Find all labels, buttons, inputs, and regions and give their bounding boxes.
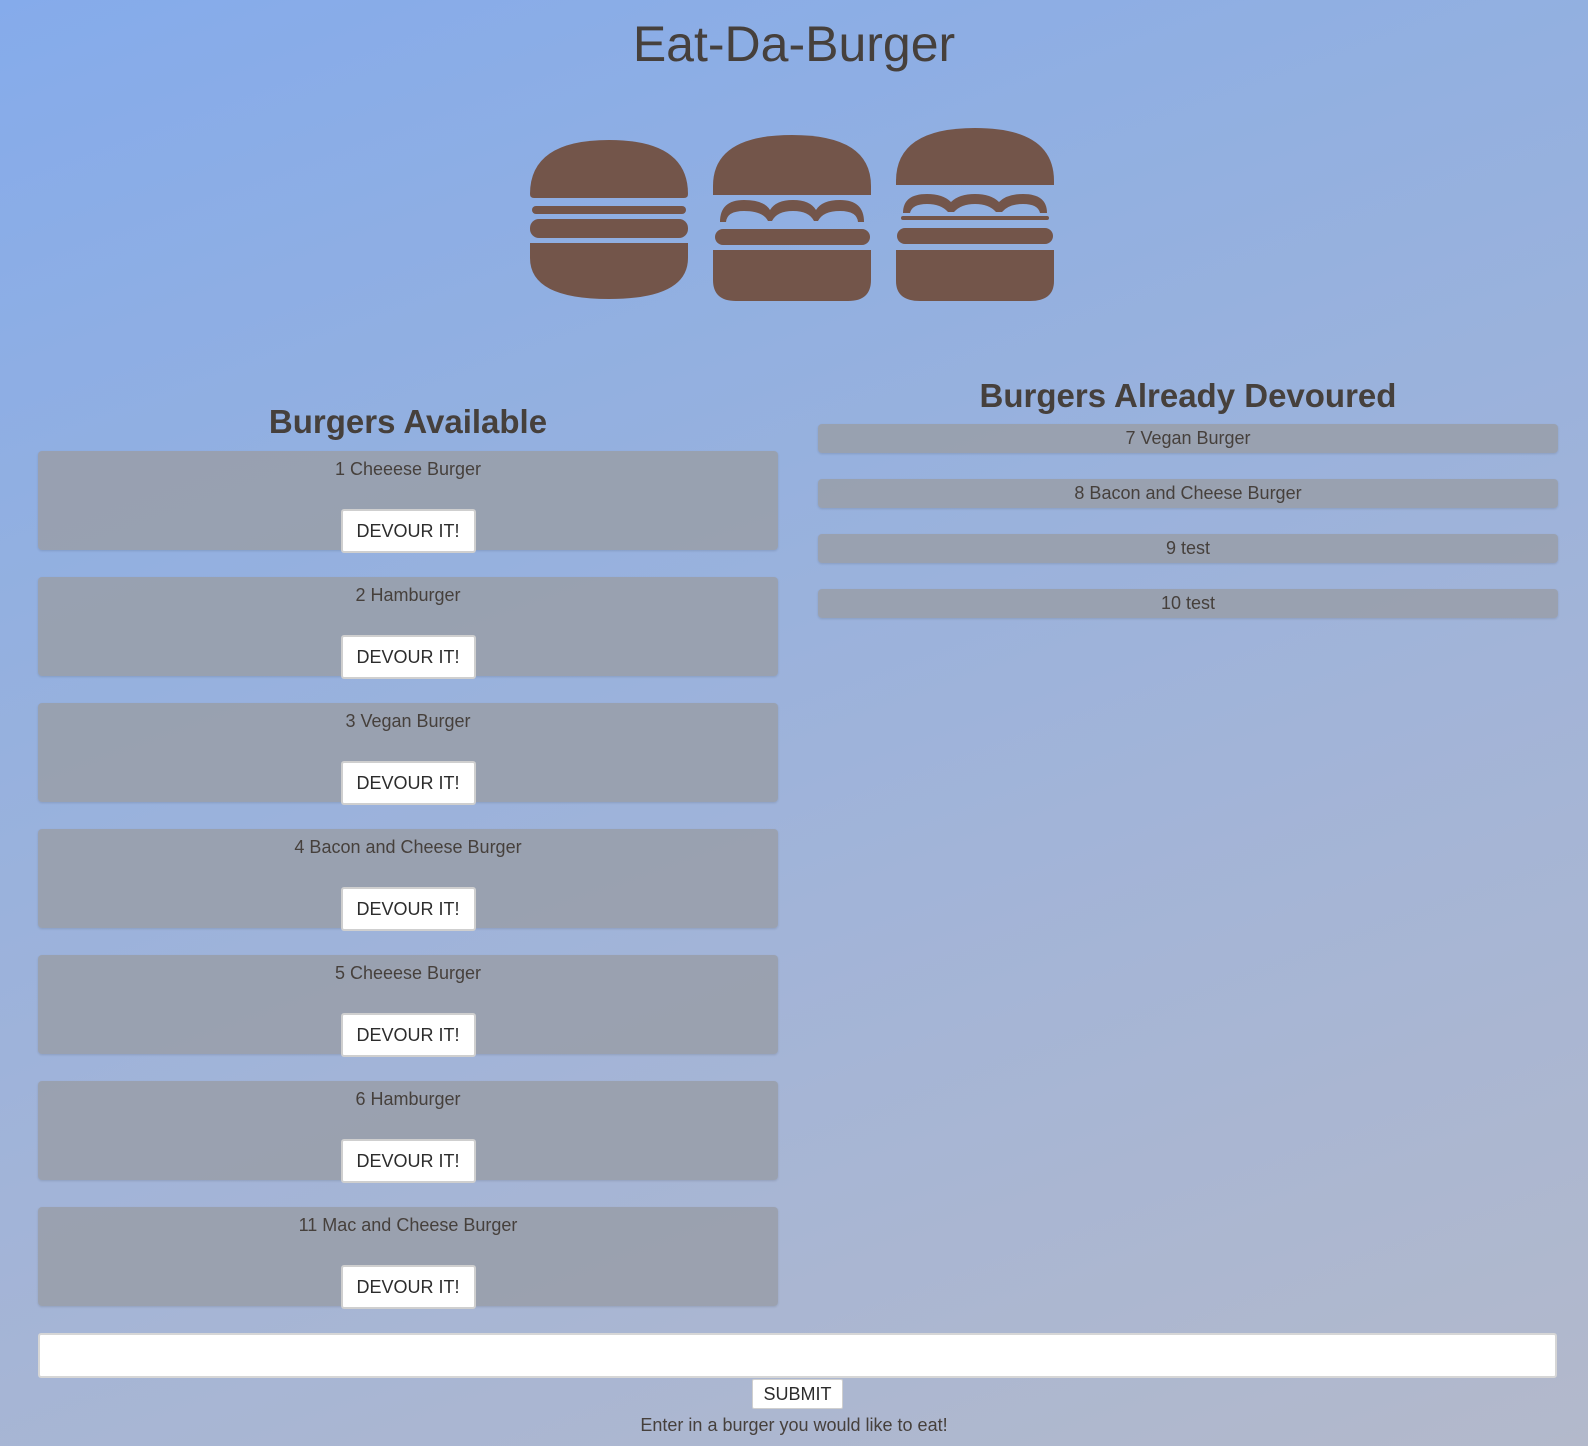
devour-button[interactable]: DEVOUR IT! (340, 887, 476, 931)
burger-name: 2 Hamburger (355, 585, 461, 605)
devour-button[interactable]: DEVOUR IT! (340, 1265, 476, 1309)
devour-button[interactable]: DEVOUR IT! (340, 1139, 476, 1183)
devoured-burger-item: 8 Bacon and Cheese Burger (818, 479, 1558, 508)
submit-button[interactable]: SUBMIT (752, 1379, 843, 1409)
devoured-burger-list: 7 Vegan Burger 8 Bacon and Cheese Burger… (818, 424, 1558, 644)
burger-name: 6 Hamburger (355, 1089, 461, 1109)
page-title: Eat-Da-Burger (632, 16, 956, 72)
input-hint: Enter in a burger you would like to eat! (640, 1415, 948, 1435)
devour-button[interactable]: DEVOUR IT! (340, 761, 476, 805)
burger-icon (896, 128, 1054, 301)
available-burger-card: 11 Mac and Cheese Burger DEVOUR IT! (38, 1207, 778, 1309)
devoured-burger-item: 7 Vegan Burger (818, 424, 1558, 453)
burger-name: 5 Cheeese Burger (334, 963, 482, 983)
devoured-burger-item: 10 test (818, 589, 1558, 618)
devour-button[interactable]: DEVOUR IT! (340, 635, 476, 679)
available-burger-card: 6 Hamburger DEVOUR IT! (38, 1081, 778, 1183)
burger-name: 3 Vegan Burger (345, 711, 471, 731)
devoured-burger-item: 9 test (818, 534, 1558, 563)
burger-name: 11 Mac and Cheese Burger (298, 1215, 518, 1235)
burgers-available-heading: Burgers Available (268, 403, 548, 440)
available-burger-card: 4 Bacon and Cheese Burger DEVOUR IT! (38, 829, 778, 931)
available-burger-card: 5 Cheeese Burger DEVOUR IT! (38, 955, 778, 1057)
burgers-devoured-heading: Burgers Already Devoured (979, 377, 1397, 414)
burger-trio-icon (530, 128, 1054, 301)
available-burger-card: 2 Hamburger DEVOUR IT! (38, 577, 778, 679)
burger-name-input[interactable] (38, 1333, 1557, 1378)
available-burger-card: 1 Cheeese Burger DEVOUR IT! (38, 451, 778, 553)
available-burger-list: 1 Cheeese Burger DEVOUR IT! 2 Hamburger … (38, 451, 778, 1333)
burger-name: 4 Bacon and Cheese Burger (294, 837, 522, 857)
devour-button[interactable]: DEVOUR IT! (340, 509, 476, 553)
burger-name: 1 Cheeese Burger (334, 459, 482, 479)
available-burger-card: 3 Vegan Burger DEVOUR IT! (38, 703, 778, 805)
devour-button[interactable]: DEVOUR IT! (340, 1013, 476, 1057)
burger-icon (530, 140, 688, 299)
burger-icon (713, 135, 871, 301)
